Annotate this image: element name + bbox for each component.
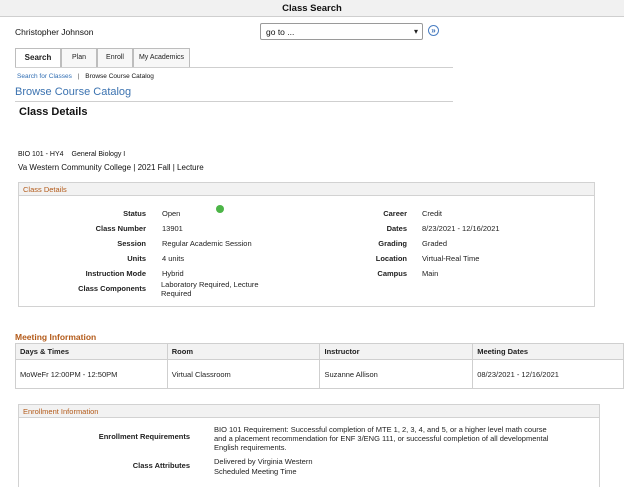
career-value: Credit [422,209,443,218]
enrollment-requirements-value: BIO 101 Requirement: Successful completi… [214,425,549,452]
user-name: Christopher Johnson [15,27,94,37]
enrollment-requirements-label: Enrollment Requirements [98,432,190,441]
status-label: Status [123,209,146,218]
cell-meeting-dates: 08/23/2021 - 12/16/2021 [472,359,624,389]
col-room: Room [166,343,321,360]
class-number-label: Class Number [95,224,146,233]
location-label: Location [375,254,407,263]
goto-select-value: go to ... [266,27,295,37]
meeting-information-title: Meeting Information [15,332,97,342]
page-title: Class Details [19,106,88,118]
dates-value: 8/23/2021 - 12/16/2021 [422,224,500,233]
course-info: Va Western Community College | 2021 Fall… [18,163,204,172]
cell-days-times: MoWeFr 12:00PM - 12:50PM [15,359,168,389]
units-label: Units [127,254,146,263]
class-components-label: Class Components [78,284,146,293]
session-value: Regular Academic Session [162,239,252,248]
course-code: BIO 101 - HY4 [18,151,64,158]
breadcrumb-current: Browse Course Catalog [85,73,154,80]
career-label: Career [383,209,407,218]
campus-label: Campus [377,269,407,278]
tab-enroll[interactable]: Enroll [97,48,133,67]
enrollment-information-header: Enrollment Information [19,405,599,418]
tab-my-academics[interactable]: My Academics [133,48,190,67]
class-attributes-label: Class Attributes [132,461,190,470]
breadcrumb-search-for-classes[interactable]: Search for Classes [17,73,72,80]
col-meeting-dates: Meeting Dates [472,343,624,360]
meeting-table: Days & Times Room Instructor Meeting Dat… [15,343,624,389]
units-value: 4 units [162,254,185,263]
breadcrumb-separator: | [77,73,80,80]
page-heading: Browse Course Catalog [15,86,132,98]
dates-label: Dates [386,224,407,233]
tab-search[interactable]: Search [15,48,61,68]
tab-divider [15,67,453,68]
chevron-down-icon: ▾ [413,27,418,36]
class-components-value: Laboratory Required, Lecture Required [161,280,259,298]
col-days-times: Days & Times [15,343,168,360]
go-arrow-icon[interactable]: » [428,25,439,36]
window-title: Class Search [0,0,624,17]
instruction-mode-label: Instruction Mode [85,269,146,278]
tab-plan[interactable]: Plan [61,48,97,67]
cell-room: Virtual Classroom [166,359,321,389]
goto-select[interactable]: go to ... ▾ [260,23,423,40]
heading-divider [15,101,453,102]
col-instructor: Instructor [319,343,474,360]
meeting-table-header: Days & Times Room Instructor Meeting Dat… [15,343,624,360]
instruction-mode-value: Hybrid [162,269,184,278]
course-code-line: BIO 101 - HY4 General Biology I [18,151,125,158]
location-value: Virtual-Real Time [422,254,480,263]
class-details-header: Class Details [19,183,594,196]
campus-value: Main [422,269,439,278]
status-value: Open [162,209,181,218]
status-open-icon [216,205,224,213]
grading-label: Grading [378,239,407,248]
session-label: Session [117,239,146,248]
class-number-value: 13901 [162,224,183,233]
course-name: General Biology I [71,151,126,158]
class-attributes-line-2: Scheduled Meeting Time [214,467,297,476]
cell-instructor: Suzanne Allison [319,359,474,389]
grading-value: Graded [422,239,448,248]
breadcrumb: Search for Classes | Browse Course Catal… [17,73,154,80]
table-row: MoWeFr 12:00PM - 12:50PM Virtual Classro… [15,359,624,389]
class-attributes-line-1: Delivered by Virginia Western [214,457,313,466]
